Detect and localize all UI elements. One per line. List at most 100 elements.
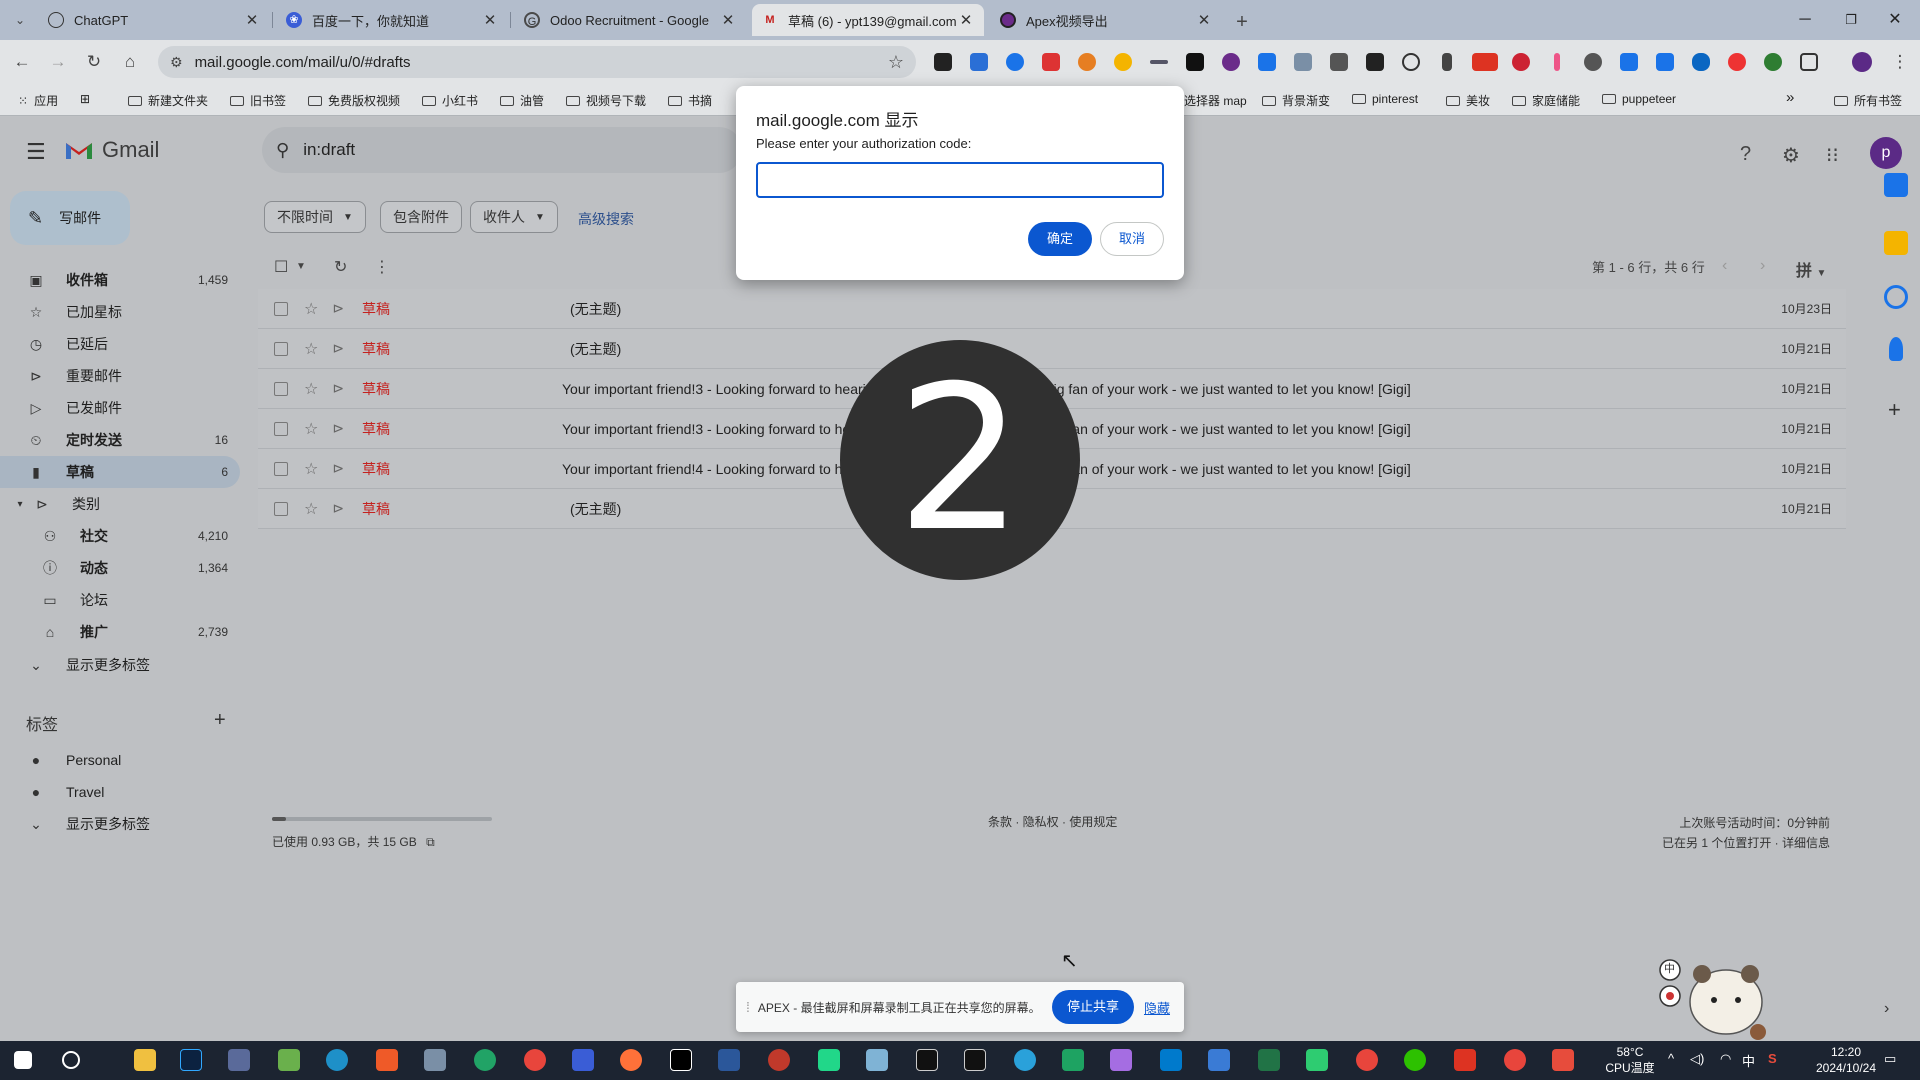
extension-icon[interactable]: [1402, 53, 1420, 71]
bookmark-folder[interactable]: 免费版权视频: [308, 92, 400, 109]
excel-icon[interactable]: [1258, 1049, 1280, 1071]
chrome-icon[interactable]: [1504, 1049, 1526, 1071]
system-clock[interactable]: 12:20 2024/10/24: [1806, 1044, 1886, 1076]
bookmark-folder[interactable]: 背景渐变: [1262, 92, 1330, 109]
taskbar-app-icon[interactable]: [376, 1049, 398, 1071]
advanced-search-link[interactable]: 高级搜索: [578, 209, 634, 229]
extension-icon[interactable]: [1078, 53, 1096, 71]
storage-usage-text[interactable]: 已使用 0.93 GB，共 15 GB ⧉: [272, 833, 435, 850]
extension-icon[interactable]: [1186, 53, 1204, 71]
bookmarks-overflow-button[interactable]: »: [1786, 89, 1794, 106]
next-page-icon[interactable]: ›: [1760, 257, 1765, 275]
taskbar-app-icon[interactable]: [1454, 1049, 1476, 1071]
compose-button[interactable]: ✎ 写邮件: [10, 191, 130, 245]
close-icon[interactable]: ✕: [958, 11, 974, 29]
refresh-icon[interactable]: ↻: [334, 257, 347, 277]
bookmark-folder[interactable]: pinterest: [1352, 92, 1418, 106]
taskbar-app-icon[interactable]: [866, 1049, 888, 1071]
nav-starred[interactable]: ☆ 已加星标: [0, 296, 240, 328]
show-more-labels-2[interactable]: ⌄ 显示更多标签: [0, 808, 240, 840]
keep-icon[interactable]: [1884, 231, 1908, 255]
important-marker-icon[interactable]: ⊳: [332, 340, 344, 357]
search-input[interactable]: in:draft: [303, 140, 355, 160]
capcut-icon[interactable]: [670, 1049, 692, 1071]
star-icon[interactable]: ☆: [304, 499, 318, 519]
important-marker-icon[interactable]: ⊳: [332, 380, 344, 397]
site-info-icon[interactable]: ⚙: [170, 54, 183, 71]
extension-icon[interactable]: [1258, 53, 1276, 71]
nav-category-updates[interactable]: ⓘ 动态 1,364: [0, 552, 240, 584]
important-marker-icon[interactable]: ⊳: [332, 500, 344, 517]
show-more-labels[interactable]: ⌄ 显示更多标签: [0, 649, 240, 681]
taskbar-app-icon[interactable]: [424, 1049, 446, 1071]
ime-indicator[interactable]: 中: [1742, 1051, 1755, 1070]
label-travel[interactable]: ● Travel: [0, 776, 240, 808]
taskbar-app-icon[interactable]: [818, 1049, 840, 1071]
table-row[interactable]: ☆ ⊳ 草稿 (无主题) 10月21日: [258, 329, 1846, 369]
bookmark-folder[interactable]: 小红书: [422, 92, 478, 109]
star-icon[interactable]: ☆: [304, 379, 318, 399]
select-all-checkbox[interactable]: ☐: [274, 257, 288, 277]
extension-icon[interactable]: [1512, 53, 1530, 71]
telegram-icon[interactable]: [1014, 1049, 1036, 1071]
nav-drafts[interactable]: ▮ 草稿 6: [0, 456, 240, 488]
taskbar-app-icon[interactable]: [278, 1049, 300, 1071]
extension-icon[interactable]: [1042, 53, 1060, 71]
extension-icon[interactable]: [1222, 53, 1240, 71]
extension-icon[interactable]: [934, 53, 952, 71]
star-icon[interactable]: ☆: [304, 299, 318, 319]
close-icon[interactable]: ✕: [482, 11, 498, 29]
file-explorer-icon[interactable]: [134, 1049, 156, 1071]
reload-icon[interactable]: ↻: [82, 50, 106, 74]
photoshop-icon[interactable]: [180, 1049, 202, 1071]
extension-new-icon[interactable]: [1472, 53, 1498, 71]
tab-apex[interactable]: Apex视频导出 ✕: [990, 4, 1222, 36]
url-text[interactable]: mail.google.com/mail/u/0/#drafts: [195, 54, 888, 71]
row-checkbox[interactable]: [274, 461, 288, 476]
bookmark-folder[interactable]: 书摘: [668, 92, 712, 109]
authorization-code-input[interactable]: [756, 162, 1164, 198]
taskbar-app-icon[interactable]: [1062, 1049, 1084, 1071]
ok-button[interactable]: 确定: [1028, 222, 1092, 256]
restore-icon[interactable]: ❐: [1836, 8, 1866, 32]
tray-overflow-icon[interactable]: ^: [1668, 1051, 1674, 1066]
row-checkbox[interactable]: [274, 301, 288, 316]
star-icon[interactable]: ☆: [304, 339, 318, 359]
bookmark-folder[interactable]: 家庭储能: [1512, 92, 1580, 109]
sogou-ime-icon[interactable]: S: [1768, 1051, 1777, 1066]
window-close-icon[interactable]: ✕: [1880, 8, 1910, 32]
more-options-icon[interactable]: ⋮: [374, 257, 390, 277]
volume-icon[interactable]: ◁): [1690, 1051, 1704, 1067]
cancel-button[interactable]: 取消: [1100, 222, 1164, 256]
extension-icon[interactable]: [1620, 53, 1638, 71]
nav-categories[interactable]: ▾ ⊳ 类别: [0, 488, 240, 520]
extension-icon[interactable]: [1366, 53, 1384, 71]
taskbar-app-icon[interactable]: [326, 1049, 348, 1071]
select-dropdown-icon[interactable]: ▼: [296, 261, 306, 272]
contacts-icon[interactable]: [1889, 337, 1903, 361]
tasks-icon[interactable]: [1884, 285, 1908, 309]
stop-sharing-button[interactable]: 停止共享: [1051, 990, 1134, 1024]
bookmark-folder[interactable]: puppeteer: [1602, 92, 1676, 106]
tab-chatgpt[interactable]: ChatGPT ✕: [38, 4, 270, 36]
taskbar-app-icon[interactable]: [474, 1049, 496, 1071]
firefox-icon[interactable]: [620, 1049, 642, 1071]
tab-baidu[interactable]: ❀ 百度一下，你就知道 ✕: [276, 4, 508, 36]
google-apps-icon[interactable]: ⁝⁝: [1826, 143, 1839, 168]
add-addon-icon[interactable]: +: [1888, 397, 1901, 423]
table-row[interactable]: ☆ ⊳ 草稿 (无主题) 10月23日: [258, 289, 1846, 329]
extensions-puzzle-icon[interactable]: [1800, 53, 1818, 71]
row-checkbox[interactable]: [274, 341, 288, 356]
filter-time-chip[interactable]: 不限时间 ▼: [264, 201, 366, 233]
nav-snoozed[interactable]: ◷ 已延后: [0, 328, 240, 360]
extension-icon[interactable]: [1584, 53, 1602, 71]
search-icon[interactable]: ⚲: [276, 140, 289, 161]
open-external-icon[interactable]: ⧉: [426, 835, 435, 849]
minimize-icon[interactable]: ─: [1790, 8, 1820, 32]
footer-terms-links[interactable]: 条款 · 隐私权 · 使用规定: [988, 813, 1117, 830]
wechat-icon[interactable]: [1404, 1049, 1426, 1071]
address-bar[interactable]: ⚙ mail.google.com/mail/u/0/#drafts ☆: [158, 46, 916, 78]
extension-icon[interactable]: [1294, 53, 1312, 71]
search-icon[interactable]: [62, 1051, 80, 1069]
taskbar-app-icon[interactable]: [964, 1049, 986, 1071]
